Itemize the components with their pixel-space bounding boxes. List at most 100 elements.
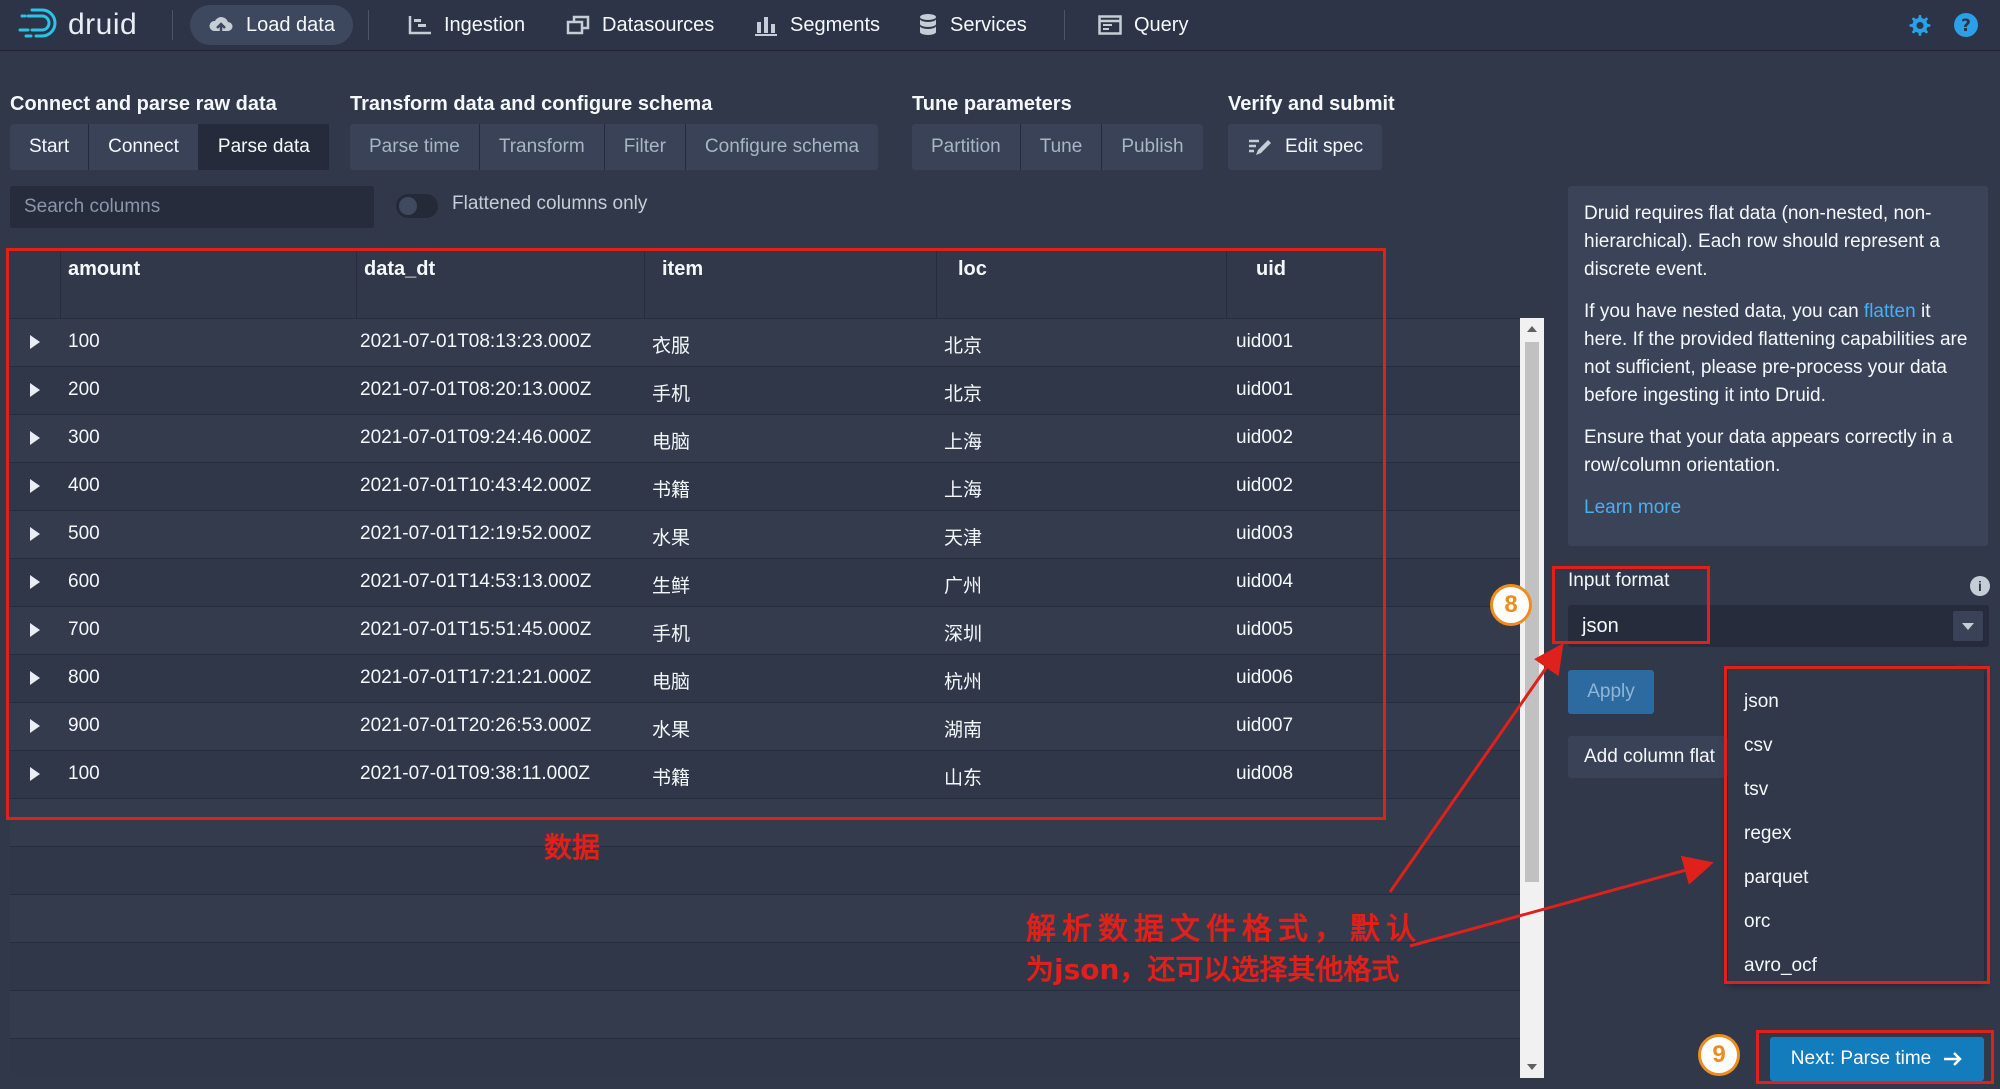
input-format-select[interactable]: json: [1568, 605, 1989, 647]
table-cell-uid: uid005: [1236, 619, 1294, 640]
format-option-orc[interactable]: orc: [1728, 900, 1984, 944]
table-cell-uid: uid002: [1236, 475, 1294, 496]
help-icon[interactable]: ?: [1952, 11, 1980, 39]
step-connect[interactable]: Connect: [89, 124, 199, 170]
next-parse-time-button[interactable]: Next: Parse time: [1770, 1037, 1984, 1081]
step-filter[interactable]: Filter: [604, 124, 686, 170]
table-cell-data-dt: 2021-07-01T08:20:13.000Z: [360, 379, 592, 400]
table-cell-amount: 100: [68, 763, 100, 784]
stacked-chart-icon: [754, 14, 778, 36]
expand-row-icon[interactable]: [30, 767, 40, 781]
flatten-link[interactable]: flatten: [1864, 301, 1916, 322]
toggle-knob: [399, 197, 417, 215]
column-header-uid[interactable]: uid: [1256, 258, 1286, 303]
table-row[interactable]: 500 2021-07-01T12:19:52.000Z 水果 天津 uid003: [10, 510, 1522, 558]
table-row[interactable]: 600 2021-07-01T14:53:13.000Z 生鲜 广州 uid004: [10, 558, 1522, 606]
table-row[interactable]: 100 2021-07-01T08:13:23.000Z 衣服 北京 uid001: [10, 318, 1522, 366]
table-cell-loc: 北京: [944, 384, 983, 405]
add-column-flattening-button[interactable]: Add column flat: [1568, 736, 1728, 778]
expand-row-icon[interactable]: [30, 335, 40, 349]
column-header-amount[interactable]: amount: [68, 258, 140, 303]
expand-row-icon[interactable]: [30, 527, 40, 541]
table-row[interactable]: 800 2021-07-01T17:21:21.000Z 电脑 杭州 uid006: [10, 654, 1522, 702]
step-publish[interactable]: Publish: [1102, 124, 1203, 170]
expand-row-icon[interactable]: [30, 431, 40, 445]
step-configure-schema[interactable]: Configure schema: [685, 124, 879, 170]
flattened-columns-toggle[interactable]: [396, 194, 438, 218]
format-option-csv[interactable]: csv: [1728, 724, 1984, 768]
expand-row-icon[interactable]: [30, 719, 40, 733]
edit-spec-icon: [1247, 137, 1273, 157]
table-row[interactable]: 100 2021-07-01T09:38:11.000Z 书籍 山东 uid008: [10, 750, 1522, 798]
gear-icon[interactable]: [1905, 11, 1933, 39]
table-row: [10, 1038, 1522, 1078]
step-edit-spec[interactable]: Edit spec: [1228, 124, 1383, 170]
info-icon[interactable]: i: [1970, 576, 1990, 596]
table-scrollbar[interactable]: [1520, 318, 1544, 1078]
expand-row-icon[interactable]: [30, 671, 40, 685]
table-cell-data-dt: 2021-07-01T09:24:46.000Z: [360, 427, 592, 448]
learn-more-link[interactable]: Learn more: [1584, 497, 1681, 518]
step-parse-time[interactable]: Parse time: [350, 124, 480, 170]
table-cell-item: 水果: [652, 528, 691, 549]
expand-row-icon[interactable]: [30, 383, 40, 397]
table-cell-loc: 杭州: [944, 672, 983, 693]
step-group-tune-title: Tune parameters: [912, 93, 1072, 115]
table-cell-loc: 湖南: [944, 720, 983, 741]
scroll-down-icon[interactable]: [1527, 1064, 1537, 1070]
table-row[interactable]: 900 2021-07-01T20:26:53.000Z 水果 湖南 uid007: [10, 702, 1522, 750]
format-option-json[interactable]: json: [1728, 680, 1984, 724]
nav-datasources[interactable]: Datasources: [548, 5, 732, 45]
nav-load-data[interactable]: Load data: [190, 5, 353, 45]
step-start[interactable]: Start: [10, 124, 90, 170]
nav-ingestion[interactable]: Ingestion: [390, 5, 543, 45]
table-cell-loc: 北京: [944, 336, 983, 357]
druid-logo[interactable]: druid: [18, 6, 137, 44]
search-columns-input[interactable]: Search columns: [10, 186, 374, 228]
step-parse-data[interactable]: Parse data: [198, 124, 329, 170]
step-9-badge: 9: [1698, 1034, 1740, 1076]
table-cell-data-dt: 2021-07-01T14:53:13.000Z: [360, 571, 592, 592]
next-button-label: Next: Parse time: [1790, 1048, 1932, 1069]
column-header-item[interactable]: item: [662, 258, 703, 303]
format-option-avro-ocf[interactable]: avro_ocf: [1728, 944, 1984, 988]
table-row[interactable]: 200 2021-07-01T08:20:13.000Z 手机 北京 uid001: [10, 366, 1522, 414]
data-annotation-label: 数据: [544, 831, 601, 864]
info-text: If you have nested data, you can: [1584, 301, 1864, 322]
table-cell-item: 生鲜: [652, 576, 691, 597]
table-cell-amount: 900: [68, 715, 100, 736]
step-partition[interactable]: Partition: [912, 124, 1021, 170]
table-cell-uid: uid002: [1236, 427, 1294, 448]
column-header-data-dt[interactable]: data_dt: [364, 258, 435, 303]
format-option-tsv[interactable]: tsv: [1728, 768, 1984, 812]
step-group-verify: Edit spec: [1228, 124, 1383, 170]
table-cell-loc: 天津: [944, 528, 983, 549]
caret-down-icon[interactable]: [1953, 611, 1983, 641]
table-cell-item: 衣服: [652, 336, 691, 357]
table-cell-loc: 山东: [944, 768, 983, 789]
scroll-up-icon[interactable]: [1527, 326, 1537, 332]
cloud-upload-icon: [208, 14, 234, 36]
expand-row-icon[interactable]: [30, 623, 40, 637]
table-row[interactable]: 400 2021-07-01T10:43:42.000Z 书籍 上海 uid002: [10, 462, 1522, 510]
format-option-parquet[interactable]: parquet: [1728, 856, 1984, 900]
nav-query[interactable]: Query: [1080, 5, 1206, 45]
nav-segments[interactable]: Segments: [736, 5, 898, 45]
flattened-columns-label: Flattened columns only: [452, 193, 648, 214]
format-option-regex[interactable]: regex: [1728, 812, 1984, 856]
info-paragraph: Druid requires flat data (non-nested, no…: [1584, 203, 1940, 280]
nav-services[interactable]: Services: [900, 5, 1045, 45]
step-transform[interactable]: Transform: [479, 124, 605, 170]
info-paragraph: Ensure that your data appears correctly …: [1584, 427, 1953, 476]
apply-button[interactable]: Apply: [1568, 670, 1654, 714]
expand-row-icon[interactable]: [30, 479, 40, 493]
expand-row-icon[interactable]: [30, 575, 40, 589]
arrow-right-icon: [1943, 1051, 1963, 1067]
table-row[interactable]: 300 2021-07-01T09:24:46.000Z 电脑 上海 uid002: [10, 414, 1522, 462]
column-header-loc[interactable]: loc: [958, 258, 987, 303]
step-tune[interactable]: Tune: [1020, 124, 1103, 170]
table-row[interactable]: 700 2021-07-01T15:51:45.000Z 手机 深圳 uid005: [10, 606, 1522, 654]
nav-query-label: Query: [1134, 13, 1189, 36]
table-cell-loc: 上海: [944, 480, 983, 501]
table-cell-amount: 500: [68, 523, 100, 544]
